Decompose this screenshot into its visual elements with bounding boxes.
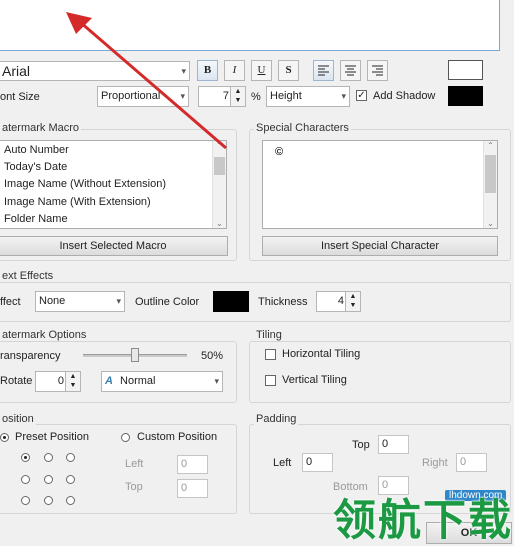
annotation-arrow <box>66 12 227 150</box>
